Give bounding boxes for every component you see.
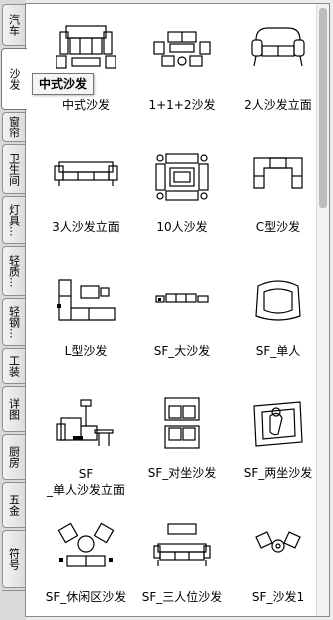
block-label: SF_大沙发: [153, 344, 211, 358]
sofa-set-112-icon: [134, 24, 230, 84]
block-label: SF_休闲区沙发: [45, 590, 127, 604]
tab-strip-end: [2, 590, 25, 620]
tab-label: 厨房: [8, 446, 20, 468]
block-label: L型沙发: [64, 344, 108, 358]
facing-sofas-icon: [134, 396, 230, 456]
two-seat-sofa-icon: [230, 396, 326, 456]
block-label: C型沙发: [255, 220, 301, 234]
block-label: SF_两坐沙发: [243, 466, 313, 480]
scrollbar-thumb[interactable]: [319, 8, 327, 208]
tab-bathroom[interactable]: 卫生间: [2, 144, 25, 194]
tab-label: 卫生间: [8, 152, 20, 186]
tab-label: 轻质...: [8, 254, 20, 288]
block-label: 2人沙发立面: [244, 98, 312, 112]
tab-cars[interactable]: 汽车: [2, 4, 25, 46]
single-sofa-icon: [230, 276, 326, 336]
tab-light-partition[interactable]: 轻质...: [2, 246, 25, 296]
tab-label: 工装: [8, 355, 20, 377]
two-seat-sofa-elevation-icon: [230, 24, 326, 84]
tab-light-steel[interactable]: 轻钢...: [2, 298, 25, 346]
tab-label: 窗帘: [8, 116, 20, 138]
lounge-area-sofa-icon: [38, 520, 134, 580]
large-sofa-icon: [134, 276, 230, 336]
sofa-1-icon: [230, 520, 326, 580]
tab-curtains[interactable]: 窗帘: [2, 112, 25, 142]
tab-strip: 汽车 沙发 窗帘 卫生间 灯具... 轻质... 轻钢... 工装 详图 厨房 …: [0, 0, 27, 620]
tab-kitchen[interactable]: 厨房: [2, 434, 25, 480]
block-grid: 中式沙发 1+1+2沙发 2人沙发立面 3人沙发立面 10人沙发 C型沙发 L型…: [26, 4, 316, 616]
tab-symbols[interactable]: 符号: [2, 530, 25, 588]
block-label: SF_三人位沙发: [141, 590, 223, 604]
tab-label: 详图: [8, 398, 20, 420]
tab-sofas[interactable]: 沙发: [1, 48, 27, 110]
tab-label: 灯具...: [8, 203, 20, 237]
tab-label: 轻钢...: [8, 305, 20, 339]
ten-person-sofa-icon: [134, 152, 230, 212]
tab-label: 沙发: [9, 68, 20, 90]
block-label: SF_单人: [255, 344, 301, 358]
block-label: 1+1+2沙发: [148, 98, 216, 112]
block-label: SF_沙发1: [251, 590, 305, 604]
vertical-scrollbar[interactable]: [316, 4, 329, 616]
three-seat-sofa-elevation-icon: [38, 152, 134, 212]
tab-lighting[interactable]: 灯具...: [2, 196, 25, 244]
three-seat-sofa-icon: [134, 520, 230, 580]
tab-hardware[interactable]: 五金: [2, 482, 25, 528]
l-shaped-sofa-icon: [38, 276, 134, 336]
block-label: SF_对坐沙发: [147, 466, 217, 480]
tab-label: 汽车: [8, 14, 20, 36]
block-palette: 中式沙发 1+1+2沙发 2人沙发立面 3人沙发立面 10人沙发 C型沙发 L型…: [25, 3, 330, 617]
tab-workwear[interactable]: 工装: [2, 348, 25, 384]
single-sofa-elevation-icon: [38, 396, 134, 456]
tab-tooltip: 中式沙发: [32, 73, 95, 95]
block-label: SF _单人沙发立面: [46, 467, 125, 497]
block-label: 中式沙发: [61, 98, 110, 112]
tab-label: 五金: [8, 494, 20, 516]
tab-label: 符号: [8, 548, 20, 570]
tab-details[interactable]: 详图: [2, 386, 25, 432]
block-label: 3人沙发立面: [52, 220, 120, 234]
block-label: 10人沙发: [156, 220, 208, 234]
c-shaped-sofa-icon: [230, 152, 326, 212]
